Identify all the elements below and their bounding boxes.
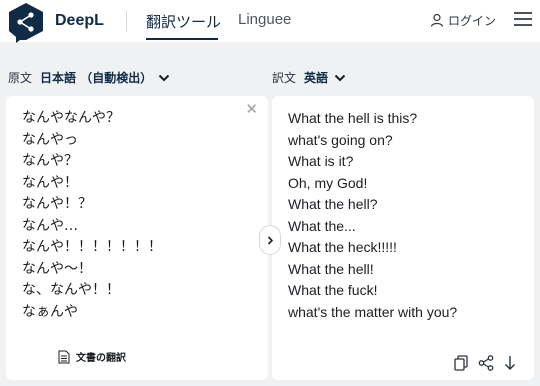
document-icon — [58, 350, 70, 363]
source-language-selector[interactable]: 原文 日本語 （自動検出） — [8, 69, 170, 86]
source-label: 原文 — [8, 71, 33, 85]
source-line: なんや！！！！！！！ — [22, 239, 162, 255]
menu-icon[interactable] — [514, 12, 534, 28]
close-icon[interactable]: ✕ — [245, 102, 258, 117]
target-text[interactable]: What the hell is this? what's going on? … — [288, 108, 457, 323]
target-text-panel[interactable]: What the hell is this? what's going on? … — [272, 96, 534, 380]
source-line: なんやっ — [22, 131, 78, 148]
target-line: What is it? — [288, 153, 354, 169]
tab-linguee[interactable]: Linguee — [238, 11, 291, 28]
swap-languages-button[interactable] — [259, 225, 281, 255]
chevron-down-icon[interactable] — [158, 74, 170, 82]
target-line: what's the matter with you? — [288, 303, 458, 320]
target-line: What the hell? — [288, 196, 378, 212]
target-line: What the hell! — [288, 260, 374, 277]
chevron-down-icon[interactable] — [334, 74, 346, 82]
source-line: なんや！？ — [22, 196, 92, 212]
source-line: なんや… — [22, 217, 78, 234]
target-label: 訳文 — [272, 71, 297, 85]
source-line: なんや！ — [22, 174, 78, 191]
deepl-logo-icon[interactable] — [6, 1, 46, 43]
source-line: なんや～！ — [22, 260, 92, 277]
top-bar: DeepL 翻訳ツール Linguee ログイン — [0, 0, 540, 43]
source-text[interactable]: なんやなんや？ なんやっ なんや？ なんや！ なんや！？ なんや… なんや！！！… — [22, 108, 162, 323]
target-line: What the fuck! — [288, 282, 378, 298]
target-line: Oh, my God! — [288, 174, 368, 191]
header-divider — [126, 11, 127, 31]
target-line: What the... — [288, 217, 356, 234]
login-label: ログイン — [448, 13, 497, 28]
source-line: なんやなんや？ — [22, 110, 120, 126]
source-line: な、なんや！！ — [22, 282, 120, 298]
document-translation-label: 文書の翻訳 — [76, 353, 126, 364]
target-line: What the heck!!!!! — [288, 239, 397, 255]
document-translation-button[interactable]: 文書の翻訳 — [58, 349, 126, 364]
user-icon — [430, 13, 444, 27]
tab-translator[interactable]: 翻訳ツール — [146, 11, 221, 32]
target-line: what's going on? — [288, 131, 393, 148]
target-actions — [454, 355, 516, 371]
target-line: What the hell is this? — [288, 110, 418, 126]
source-language[interactable]: 日本語 （自動検出） — [40, 69, 152, 86]
chevron-right-icon — [267, 235, 273, 245]
active-tab-indicator — [146, 38, 218, 40]
share-icon[interactable] — [478, 355, 494, 371]
copy-icon[interactable] — [454, 355, 468, 371]
login-button[interactable]: ログイン — [430, 10, 496, 30]
target-language-selector[interactable]: 訳文 英語 — [272, 69, 346, 86]
brand-name[interactable]: DeepL — [55, 12, 104, 30]
target-language[interactable]: 英語 — [304, 69, 328, 86]
source-line: なぁんや — [22, 303, 78, 320]
source-text-panel[interactable]: ✕ なんやなんや？ なんやっ なんや？ なんや！ なんや！？ なんや… なんや！… — [6, 96, 268, 380]
download-icon[interactable] — [504, 355, 516, 371]
source-line: なんや？ — [22, 153, 78, 169]
